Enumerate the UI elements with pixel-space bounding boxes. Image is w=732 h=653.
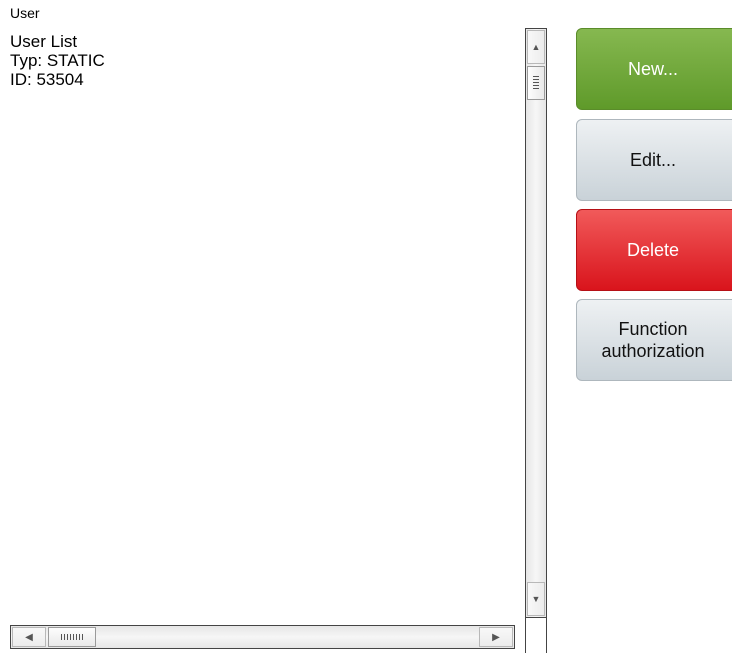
scroll-right-button[interactable]: ▶: [479, 627, 513, 647]
edit-button-label: Edit...: [629, 150, 677, 170]
function-label-line2: authorization: [601, 341, 705, 361]
user-list-screen: User User List Typ: STATIC ID: 53504 ▲ ▼…: [0, 0, 732, 653]
delete-button-label: Delete: [626, 240, 680, 260]
scroll-down-button[interactable]: ▼: [527, 582, 545, 616]
function-authorization-label: Function authorization: [601, 318, 704, 362]
scrollbar-corner: [525, 618, 547, 653]
horizontal-scrollbar[interactable]: ◀ ▶: [10, 625, 515, 649]
breadcrumb: User: [10, 5, 40, 21]
scroll-left-button[interactable]: ◀: [12, 627, 46, 647]
scroll-up-button[interactable]: ▲: [527, 30, 545, 64]
function-authorization-button[interactable]: Function authorization: [576, 299, 732, 381]
new-button-label: New...: [627, 59, 679, 79]
page-title: User List: [10, 32, 78, 51]
details-block: User List Typ: STATIC ID: 53504: [10, 32, 105, 89]
grip-icon: [61, 634, 83, 640]
function-label-line1: Function: [618, 319, 688, 339]
chevron-right-icon: ▶: [492, 631, 500, 643]
content-panel: User User List Typ: STATIC ID: 53504: [0, 0, 526, 618]
delete-button[interactable]: Delete: [576, 209, 732, 291]
chevron-left-icon: ◀: [25, 631, 33, 643]
id-label: ID: 53504: [10, 70, 84, 89]
new-button[interactable]: New...: [576, 28, 732, 110]
chevron-up-icon: ▲: [531, 42, 541, 52]
horizontal-scroll-thumb[interactable]: [48, 627, 96, 647]
chevron-down-icon: ▼: [531, 594, 541, 604]
edit-button[interactable]: Edit...: [576, 119, 732, 201]
type-label: Typ: STATIC: [10, 51, 105, 70]
grip-icon: [533, 76, 539, 90]
vertical-scrollbar[interactable]: ▲ ▼: [525, 28, 547, 618]
vertical-scroll-thumb[interactable]: [527, 66, 545, 100]
